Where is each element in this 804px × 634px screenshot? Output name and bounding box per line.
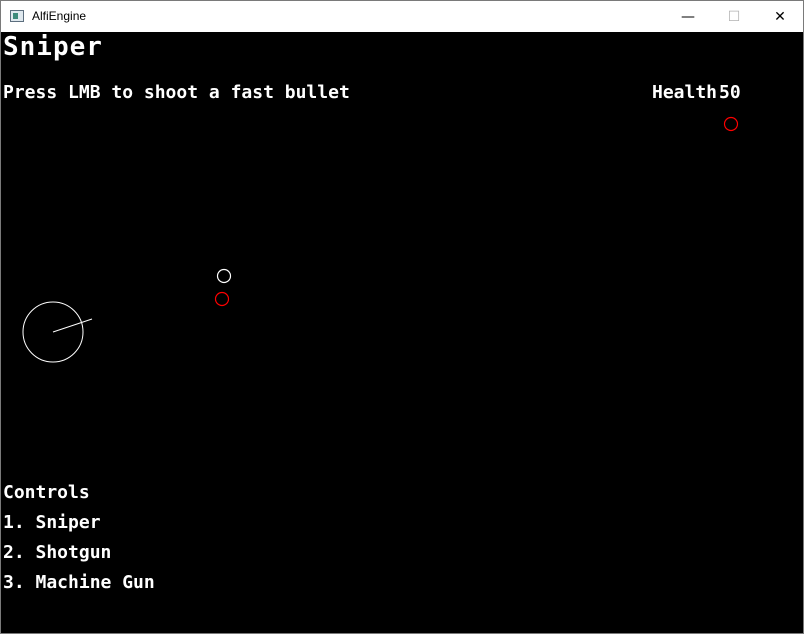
- health-label: Health: [652, 82, 718, 103]
- maximize-button[interactable]: ☐: [711, 1, 757, 32]
- control-item-sniper: 1. Sniper: [3, 512, 101, 533]
- enemy: [214, 291, 230, 307]
- health-value: 50: [719, 82, 741, 103]
- game-scene: [22, 116, 739, 363]
- app-icon: [10, 10, 24, 22]
- player-aim-line: [52, 318, 93, 333]
- enemy: [723, 116, 739, 132]
- bullet: [216, 268, 232, 284]
- game-canvas[interactable]: Sniper Press LMB to shoot a fast bullet …: [1, 32, 803, 633]
- control-item-shotgun: 2. Shotgun: [3, 542, 112, 563]
- control-item-machine-gun: 3. Machine Gun: [3, 572, 155, 593]
- weapon-name: Sniper: [3, 32, 103, 62]
- title-bar[interactable]: AlfiEngine — ☐ ✕: [1, 1, 803, 32]
- controls-title: Controls: [3, 482, 90, 503]
- app-window: AlfiEngine — ☐ ✕ Sniper Press LMB to sho…: [0, 0, 804, 634]
- close-button[interactable]: ✕: [757, 1, 803, 32]
- window-title: AlfiEngine: [32, 9, 87, 23]
- minimize-button[interactable]: —: [665, 1, 711, 32]
- weapon-hint: Press LMB to shoot a fast bullet: [3, 82, 350, 103]
